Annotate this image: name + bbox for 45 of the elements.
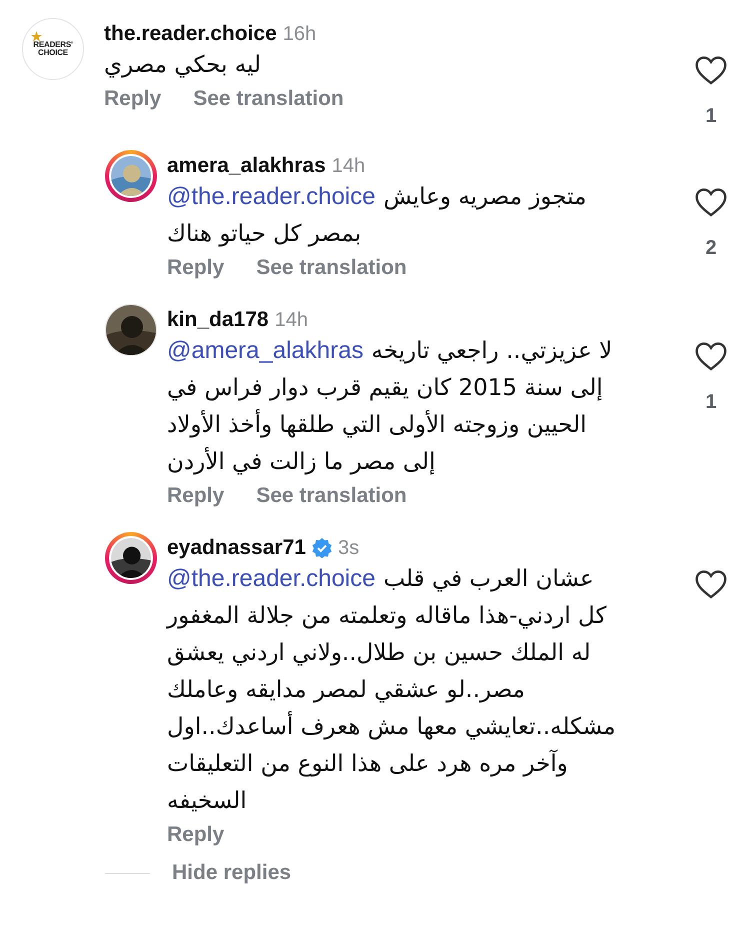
heart-icon[interactable] bbox=[695, 188, 727, 217]
username[interactable]: amera_alakhras bbox=[167, 154, 326, 178]
comment-text: كل اردني-هذا ماقاله وتعلمته من جلالة المغفور bbox=[167, 603, 606, 629]
translation-link[interactable]: See translation bbox=[193, 87, 344, 111]
hide-replies-button[interactable]: Hide replies bbox=[172, 861, 292, 885]
reply-button[interactable]: Reply bbox=[104, 87, 162, 111]
avatar[interactable] bbox=[105, 532, 157, 584]
mention-link[interactable]: @the.reader.choice bbox=[167, 183, 376, 210]
comment-text: لا عزيزتي.. راجعي تاريخه bbox=[371, 338, 612, 364]
comment-text: عشان العرب في قلب bbox=[383, 566, 594, 592]
heart-icon[interactable] bbox=[695, 570, 727, 599]
heart-icon[interactable] bbox=[695, 342, 727, 371]
reply-button[interactable]: Reply bbox=[167, 484, 224, 508]
comment-text: إلى مصر ما زالت في الأردن bbox=[167, 449, 436, 475]
comment-text: السخيفه bbox=[167, 788, 247, 814]
star-icon bbox=[31, 31, 42, 42]
timestamp: 16h bbox=[282, 22, 316, 46]
translation-link[interactable]: See translation bbox=[256, 256, 407, 280]
comment-text: ليه بحكي مصري bbox=[104, 52, 261, 78]
verified-icon bbox=[312, 538, 332, 558]
username[interactable]: the.reader.choice bbox=[104, 22, 277, 46]
logo-text: CHOICE bbox=[38, 49, 68, 57]
like-count: 2 bbox=[705, 237, 717, 260]
comment-text: وآخر مره هرد على هذا النوع من التعليقات bbox=[167, 751, 568, 777]
username[interactable]: kin_da178 bbox=[167, 308, 269, 332]
logo-text: READERS' bbox=[33, 41, 73, 49]
reply-button[interactable]: Reply bbox=[167, 256, 224, 280]
reply-button[interactable]: Reply bbox=[167, 823, 224, 847]
timestamp: 14h bbox=[274, 308, 308, 332]
comment-text: مصر..لو عشقي لمصر مدايقه وعاملك bbox=[167, 677, 526, 703]
heart-icon[interactable] bbox=[695, 56, 727, 85]
timestamp: 3s bbox=[338, 536, 360, 560]
mention-link[interactable]: @the.reader.choice bbox=[167, 565, 376, 592]
comment-text: متجوز مصريه وعايش bbox=[383, 184, 586, 210]
avatar[interactable]: READERS' CHOICE bbox=[22, 18, 84, 80]
comment-text: بمصر كل حياتو هناك bbox=[167, 221, 362, 247]
timestamp: 14h bbox=[332, 154, 366, 178]
translation-link[interactable]: See translation bbox=[256, 484, 407, 508]
like-count: 1 bbox=[705, 105, 717, 128]
comment-text: له الملك حسين بن طلال..ولاني اردني يعشق bbox=[167, 640, 591, 666]
like-count: 1 bbox=[705, 391, 717, 414]
comment-text: إلى سنة 2015 كان يقيم قرب دوار فراس في bbox=[167, 375, 603, 401]
mention-link[interactable]: @amera_alakhras bbox=[167, 337, 364, 364]
avatar[interactable] bbox=[105, 304, 157, 356]
username[interactable]: eyadnassar71 bbox=[167, 536, 306, 560]
